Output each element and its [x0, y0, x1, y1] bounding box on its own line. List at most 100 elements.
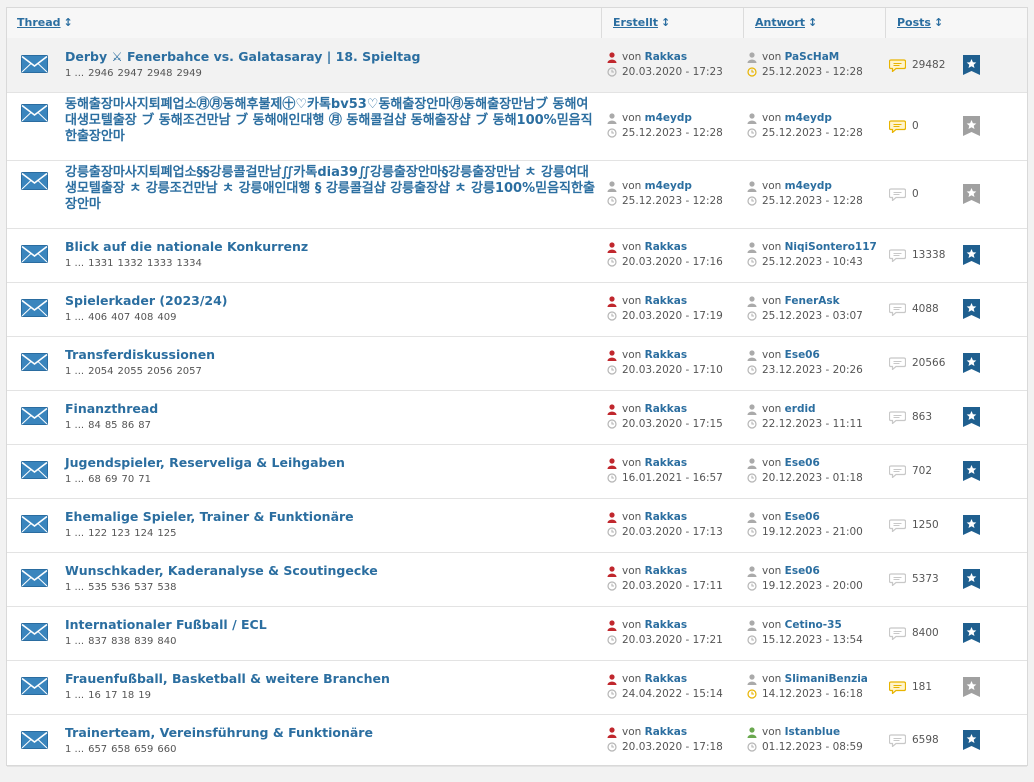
subscribe-star-button[interactable] [963, 407, 980, 427]
page-link[interactable]: 1 ... [65, 312, 84, 323]
page-link[interactable]: 87 [138, 420, 151, 431]
page-link[interactable]: 536 [111, 582, 130, 593]
page-link[interactable]: 838 [111, 636, 130, 647]
page-link[interactable]: 125 [157, 528, 176, 539]
page-link[interactable]: 839 [134, 636, 153, 647]
replier-username-link[interactable]: m4eydp [785, 112, 832, 124]
subscribe-star-button[interactable] [963, 116, 980, 136]
page-link[interactable]: 2055 [118, 366, 143, 377]
thread-title-link[interactable]: Finanzthread [65, 401, 595, 417]
subscribe-star-button[interactable] [963, 569, 980, 589]
page-link[interactable]: 124 [134, 528, 153, 539]
page-link[interactable]: 535 [88, 582, 107, 593]
creator-username-link[interactable]: Rakkas [645, 565, 687, 577]
page-link[interactable]: 2949 [176, 68, 201, 79]
creator-username-link[interactable]: Rakkas [645, 295, 687, 307]
envelope-icon[interactable] [21, 299, 48, 317]
page-link[interactable]: 1 ... [65, 582, 84, 593]
thread-title-link[interactable]: 강릉출장마사지퇴폐업소§§강릉콜걸만남∬카톡dia39∬강릉출장안마§강릉출장만… [65, 165, 595, 213]
page-link[interactable]: 660 [157, 744, 176, 755]
replier-username-link[interactable]: Ese06 [785, 457, 820, 469]
subscribe-star-button[interactable] [963, 299, 980, 319]
page-link[interactable]: 409 [157, 312, 176, 323]
page-link[interactable]: 1 ... [65, 528, 84, 539]
thread-title-link[interactable]: Ehemalige Spieler, Trainer & Funktionäre [65, 509, 595, 525]
envelope-icon[interactable] [21, 731, 48, 749]
subscribe-star-button[interactable] [963, 730, 980, 750]
thread-title-link[interactable]: Frauenfußball, Basketball & weitere Bran… [65, 671, 595, 687]
page-link[interactable]: 1 ... [65, 258, 84, 269]
page-link[interactable]: 2947 [118, 68, 143, 79]
creator-username-link[interactable]: Rakkas [645, 673, 687, 685]
page-link[interactable]: 122 [88, 528, 107, 539]
page-link[interactable]: 1332 [118, 258, 143, 269]
replier-username-link[interactable]: Ese06 [785, 349, 820, 361]
page-link[interactable]: 1331 [88, 258, 113, 269]
page-link[interactable]: 71 [138, 474, 151, 485]
page-link[interactable]: 1 ... [65, 68, 84, 79]
creator-username-link[interactable]: Rakkas [645, 457, 687, 469]
page-link[interactable]: 2056 [147, 366, 172, 377]
thread-title-link[interactable]: Transferdiskussionen [65, 347, 595, 363]
page-link[interactable]: 2057 [176, 366, 201, 377]
creator-username-link[interactable]: Rakkas [645, 726, 687, 738]
sort-thread-header[interactable]: Thread ↕ [17, 8, 73, 38]
subscribe-star-button[interactable] [963, 184, 980, 204]
page-link[interactable]: 84 [88, 420, 101, 431]
page-link[interactable]: 2948 [147, 68, 172, 79]
sort-reply-header[interactable]: Antwort ↕ [755, 8, 817, 38]
page-link[interactable]: 86 [122, 420, 135, 431]
page-link[interactable]: 1 ... [65, 474, 84, 485]
subscribe-star-button[interactable] [963, 515, 980, 535]
envelope-icon[interactable] [21, 623, 48, 641]
page-link[interactable]: 406 [88, 312, 107, 323]
sort-posts-header[interactable]: Posts ↕ [897, 8, 943, 38]
subscribe-star-button[interactable] [963, 353, 980, 373]
envelope-icon[interactable] [21, 353, 48, 371]
replier-username-link[interactable]: Ese06 [785, 565, 820, 577]
sort-created-header[interactable]: Erstellt ↕ [613, 8, 670, 38]
thread-title-link[interactable]: 동해출장마사지퇴폐업소㊊㊊동해후불제㊉♡카톡bv53♡동해출장안마㊊동해출장만남… [65, 97, 595, 145]
creator-username-link[interactable]: Rakkas [645, 511, 687, 523]
page-link[interactable]: 2054 [88, 366, 113, 377]
thread-title-link[interactable]: Derby ⚔ Fenerbahce vs. Galatasaray | 18.… [65, 49, 595, 65]
replier-username-link[interactable]: SlimaniBenzia [785, 673, 868, 685]
envelope-icon[interactable] [21, 104, 48, 122]
page-link[interactable]: 70 [122, 474, 135, 485]
envelope-icon[interactable] [21, 677, 48, 695]
subscribe-star-button[interactable] [963, 623, 980, 643]
page-link[interactable]: 1 ... [65, 744, 84, 755]
replier-username-link[interactable]: Ese06 [785, 511, 820, 523]
envelope-icon[interactable] [21, 515, 48, 533]
page-link[interactable]: 68 [88, 474, 101, 485]
creator-username-link[interactable]: Rakkas [645, 241, 687, 253]
thread-title-link[interactable]: Internationaler Fußball / ECL [65, 617, 595, 633]
thread-title-link[interactable]: Spielerkader (2023/24) [65, 293, 595, 309]
thread-title-link[interactable]: Jugendspieler, Reserveliga & Leihgaben [65, 455, 595, 471]
page-link[interactable]: 840 [157, 636, 176, 647]
replier-username-link[interactable]: FenerAsk [785, 295, 840, 307]
replier-username-link[interactable]: NiqiSontero117 [785, 241, 877, 253]
thread-title-link[interactable]: Wunschkader, Kaderanalyse & Scoutingecke [65, 563, 595, 579]
thread-title-link[interactable]: Trainerteam, Vereinsführung & Funktionär… [65, 725, 595, 741]
creator-username-link[interactable]: m4eydp [645, 180, 692, 192]
creator-username-link[interactable]: m4eydp [645, 112, 692, 124]
envelope-icon[interactable] [21, 172, 48, 190]
envelope-icon[interactable] [21, 407, 48, 425]
replier-username-link[interactable]: m4eydp [785, 180, 832, 192]
replier-username-link[interactable]: Istanblue [785, 726, 840, 738]
subscribe-star-button[interactable] [963, 461, 980, 481]
creator-username-link[interactable]: Rakkas [645, 51, 687, 63]
creator-username-link[interactable]: Rakkas [645, 403, 687, 415]
subscribe-star-button[interactable] [963, 677, 980, 697]
page-link[interactable]: 85 [105, 420, 118, 431]
page-link[interactable]: 18 [122, 690, 135, 701]
page-link[interactable]: 19 [138, 690, 151, 701]
page-link[interactable]: 658 [111, 744, 130, 755]
page-link[interactable]: 408 [134, 312, 153, 323]
page-link[interactable]: 17 [105, 690, 118, 701]
envelope-icon[interactable] [21, 245, 48, 263]
envelope-icon[interactable] [21, 569, 48, 587]
page-link[interactable]: 537 [134, 582, 153, 593]
replier-username-link[interactable]: Cetino-35 [785, 619, 842, 631]
